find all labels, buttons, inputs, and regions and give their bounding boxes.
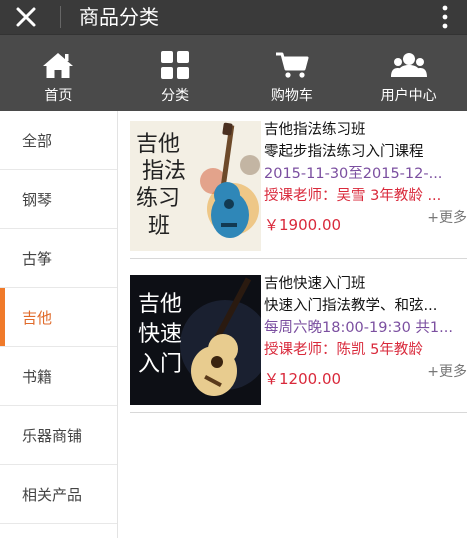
product-info: 吉他指法练习班 零起步指法练习入门课程 2015-11-30至2015-12-.… [264, 119, 467, 207]
product-teacher: 授课老师：陈凯 5年教龄 [264, 342, 423, 358]
thumb-line-1: 吉他 [136, 132, 180, 157]
product-card[interactable]: 吉他 快速 入门 吉他快速入门班 快速入门指法教学、和弦... 每周六晚18:0… [130, 265, 467, 413]
nav-category[interactable]: 分类 [117, 35, 234, 111]
category-instrument-shops[interactable]: 乐器商铺 [0, 406, 117, 465]
page-title: 商品分类 [79, 5, 159, 29]
product-thumbnail: 吉他 指法 练习 班 [130, 121, 261, 251]
close-icon [16, 7, 36, 27]
category-all[interactable]: 全部 [0, 111, 117, 170]
nav-user-center-label: 用户中心 [380, 88, 437, 104]
category-sidebar: 全部 钢琴 古筝 吉他 书籍 乐器商铺 相关产品 [0, 111, 118, 538]
category-guzheng[interactable]: 古筝 [0, 229, 117, 288]
bottom-nav: 首页 分类 购物车 用户中心 [0, 34, 467, 111]
home-icon [43, 53, 74, 78]
product-price: ￥1200.00 [264, 370, 342, 388]
grid-icon [161, 51, 190, 79]
product-teacher: 授课老师：吴雪 3年教龄 ... [264, 188, 442, 204]
close-button[interactable] [0, 0, 52, 34]
more-vertical-icon [442, 5, 448, 29]
nav-cart[interactable]: 购物车 [234, 35, 351, 111]
more-menu-button[interactable] [433, 0, 457, 34]
thumb-line-4: 班 [148, 214, 170, 239]
product-schedule: 2015-11-30至2015-12-... [264, 166, 443, 182]
product-list: 吉他 指法 练习 班 吉他指法练习班 零起步指法练习入门课程 2015-11-3… [118, 111, 467, 538]
title-bar: 商品分类 [0, 0, 467, 34]
thumb-line-3: 练习 [136, 186, 180, 211]
category-related-products[interactable]: 相关产品 [0, 465, 117, 524]
nav-category-label: 分类 [161, 88, 190, 104]
product-thumbnail: 吉他 快速 入门 [130, 275, 261, 405]
category-guitar[interactable]: 吉他 [0, 288, 117, 347]
nav-user-center[interactable]: 用户中心 [350, 35, 467, 111]
category-piano[interactable]: 钢琴 [0, 170, 117, 229]
thumb-line-2: 快速 [138, 322, 182, 347]
product-price: ￥1900.00 [264, 216, 342, 234]
nav-home-label: 首页 [44, 88, 73, 104]
thumb-line-2: 指法 [142, 159, 186, 184]
thumb-line-1: 吉他 [138, 292, 182, 317]
product-more-link[interactable]: +更多 [427, 361, 467, 381]
product-title: 吉他快速入门班 [264, 276, 366, 292]
product-subtitle: 零起步指法练习入门课程 [264, 144, 424, 160]
product-subtitle: 快速入门指法教学、和弦... [264, 298, 438, 314]
product-info: 吉他快速入门班 快速入门指法教学、和弦... 每周六晚18:00-19:30 共… [264, 273, 467, 361]
category-books[interactable]: 书籍 [0, 347, 117, 406]
nav-home[interactable]: 首页 [0, 35, 117, 111]
thumb-line-3: 入门 [138, 352, 182, 377]
title-divider [60, 6, 61, 28]
product-schedule: 每周六晚18:00-19:30 共1... [264, 320, 453, 336]
product-more-link[interactable]: +更多 [427, 207, 467, 227]
product-title: 吉他指法练习班 [264, 122, 366, 138]
cart-icon [275, 52, 309, 78]
users-icon [390, 53, 427, 77]
nav-cart-label: 购物车 [270, 88, 313, 104]
product-card[interactable]: 吉他 指法 练习 班 吉他指法练习班 零起步指法练习入门课程 2015-11-3… [130, 111, 467, 259]
